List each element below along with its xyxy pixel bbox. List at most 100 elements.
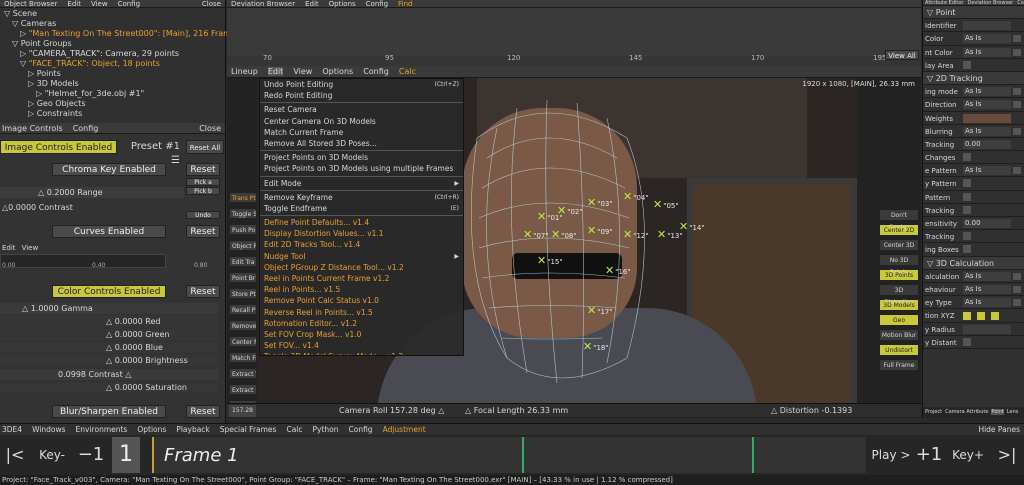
- panel-tab[interactable]: Project: [925, 409, 942, 415]
- menu-item[interactable]: Remove Point Calc Status v1.0: [260, 295, 463, 306]
- menu-item[interactable]: Edit 2D Tracks Tool... v1.4: [260, 239, 463, 250]
- calc-section-header[interactable]: ▽ 3D Calculation: [923, 256, 1024, 270]
- attribute-control[interactable]: [963, 60, 971, 69]
- view-toggle-button[interactable]: Undistort: [879, 344, 919, 356]
- axis-lock-checkbox[interactable]: [963, 312, 971, 321]
- tracking-point[interactable]: ✕"05": [653, 198, 679, 211]
- tree-item[interactable]: ▷ "CAMERA_TRACK": Camera, 29 points: [4, 49, 225, 59]
- undo-button[interactable]: Undo: [186, 211, 220, 219]
- plus-one-button[interactable]: +1: [914, 441, 944, 469]
- camera-roll-readout[interactable]: Camera Roll 157.28 deg △: [339, 404, 444, 418]
- view-toggle-button[interactable]: Full Frame: [879, 359, 919, 371]
- blue-slider[interactable]: △ 0.0000 Blue: [0, 342, 218, 353]
- attribute-control[interactable]: As Is: [963, 271, 1011, 281]
- attribute-control[interactable]: [963, 153, 971, 162]
- saturation-slider[interactable]: △ 0.0000 Saturation: [0, 382, 218, 393]
- red-slider[interactable]: △ 0.0000 Red: [0, 316, 218, 327]
- attribute-control[interactable]: [963, 179, 971, 188]
- menu-item[interactable]: Match Current Frame: [260, 127, 463, 138]
- color-swatch[interactable]: [1013, 127, 1021, 135]
- reset-button[interactable]: Reset: [186, 225, 220, 238]
- menu-item-7[interactable]: Python: [313, 425, 339, 434]
- attribute-control[interactable]: As Is: [963, 284, 1011, 294]
- attribute-control[interactable]: As Is: [963, 87, 1011, 97]
- view-toggle-button[interactable]: 3D Points: [879, 269, 919, 281]
- menu-item[interactable]: Object PGroup Z Distance Tool... v1.2: [260, 262, 463, 273]
- menu-item-5[interactable]: Special Frames: [220, 425, 277, 434]
- tree-item[interactable]: ▷ "Man Texting On The Street000": [Main]…: [4, 29, 250, 39]
- attribute-control[interactable]: As Is: [963, 47, 1011, 57]
- menu-item-9[interactable]: Adjustment: [383, 425, 426, 434]
- tree-item[interactable]: ▷ Points: [4, 69, 225, 79]
- chroma-key-toggle[interactable]: Chroma Key Enabled: [52, 163, 166, 176]
- lineup-tool-button[interactable]: Store Pt: [229, 288, 257, 299]
- panel-tab[interactable]: Lens: [1007, 409, 1019, 415]
- view-toggle-button[interactable]: Motion Blur: [879, 329, 919, 341]
- lineup-tool-button[interactable]: Recall P: [229, 304, 257, 315]
- menu-item[interactable]: Reel in Points Current Frame v1.2: [260, 273, 463, 284]
- attribute-control[interactable]: As Is: [963, 34, 1011, 44]
- menu-item-1[interactable]: Edit: [305, 0, 319, 8]
- curve-edit-menu[interactable]: Edit: [2, 244, 16, 252]
- menu-item-1[interactable]: Edit: [67, 0, 81, 8]
- menu-item[interactable]: Toggle 3D Model Survey Mode... v1.2: [260, 351, 463, 355]
- last-frame-button[interactable]: >|: [994, 441, 1020, 469]
- color-swatch[interactable]: [1013, 101, 1021, 109]
- menu-item[interactable]: Set FOV Crop Mask... v1.0: [260, 329, 463, 340]
- menu-item-6[interactable]: Calc: [286, 425, 302, 434]
- attribute-control[interactable]: As Is: [963, 100, 1011, 110]
- tracking-point[interactable]: ✕"08": [551, 228, 577, 241]
- lineup-tool-button[interactable]: Point Br: [229, 272, 257, 283]
- menu-item-2[interactable]: View: [293, 67, 312, 76]
- lineup-tool-button[interactable]: Object P: [229, 240, 257, 251]
- attribute-control[interactable]: 0.00: [963, 219, 1011, 228]
- timeline[interactable]: Frame 1: [152, 437, 866, 473]
- attribute-control[interactable]: [963, 113, 1011, 123]
- menu-item[interactable]: Reset Camera: [260, 104, 463, 115]
- contrast-slider[interactable]: 0.0998 Contrast △: [0, 369, 218, 380]
- menu-item-3[interactable]: Config: [118, 0, 140, 8]
- attribute-control[interactable]: [963, 337, 971, 346]
- preset-selector[interactable]: Preset #1 ☰: [120, 140, 184, 166]
- gamma-slider[interactable]: △ 1.0000 Gamma: [0, 303, 218, 314]
- menu-item[interactable]: Reel in Points... v1.5: [260, 284, 463, 295]
- color-swatch[interactable]: [1013, 35, 1021, 43]
- first-frame-button[interactable]: |<: [4, 441, 26, 469]
- tracking-point[interactable]: ✕"18": [583, 340, 609, 353]
- tree-item[interactable]: ▽ Cameras: [4, 19, 225, 29]
- lineup-tool-button[interactable]: Push Po: [229, 224, 257, 235]
- view-toggle-button[interactable]: Geo: [879, 314, 919, 326]
- menu-item-5[interactable]: Calc: [399, 67, 416, 76]
- curve-view-menu[interactable]: View: [22, 244, 39, 252]
- color-swatch[interactable]: [1013, 272, 1021, 280]
- attribute-control[interactable]: As Is: [963, 126, 1011, 136]
- pick-b-button[interactable]: Pick b: [186, 187, 220, 195]
- axis-lock-checkbox[interactable]: [977, 312, 985, 321]
- range-slider[interactable]: △ 0.2000 Range: [0, 187, 184, 198]
- menu-item-4[interactable]: Find: [398, 0, 412, 8]
- tracking-point[interactable]: ✕"17": [587, 304, 613, 317]
- menu-item-2[interactable]: Environments: [76, 425, 128, 434]
- lineup-tool-button[interactable]: Match Fr: [229, 352, 257, 363]
- menu-item-8[interactable]: Config: [349, 425, 373, 434]
- attribute-control[interactable]: [963, 311, 1011, 321]
- reset-button[interactable]: Reset: [186, 405, 220, 418]
- minus-one-button[interactable]: −1: [76, 441, 106, 469]
- contrast-slider[interactable]: △0.0000 Contrast: [0, 203, 184, 213]
- blur-sharpen-toggle[interactable]: Blur/Sharpen Enabled: [52, 405, 166, 418]
- menu-item-0[interactable]: 3DE4: [2, 425, 22, 434]
- tree-item[interactable]: ▽ Scene: [4, 9, 225, 19]
- lineup-tool-button[interactable]: Center M: [229, 336, 257, 347]
- color-swatch[interactable]: [1013, 88, 1021, 96]
- menu-item[interactable]: Project Points on 3D Models using multip…: [260, 163, 463, 174]
- tree-item[interactable]: ▽ Point Groups: [4, 39, 225, 49]
- menu-item[interactable]: Display Distortion Values... v1.1: [260, 228, 463, 239]
- menu-item-0[interactable]: Deviation Browser: [231, 0, 295, 8]
- curves-toggle[interactable]: Curves Enabled: [52, 225, 166, 238]
- tree-item[interactable]: ▷ Geo Objects: [4, 99, 225, 109]
- menu-item[interactable]: Edit Mode ▶: [260, 178, 463, 189]
- attribute-control[interactable]: As Is: [963, 298, 1011, 308]
- menu-item-3[interactable]: Config: [366, 0, 388, 8]
- menu-item[interactable]: Project Points on 3D Models: [260, 152, 463, 163]
- view-toggle-button[interactable]: No 3D Points: [879, 254, 919, 276]
